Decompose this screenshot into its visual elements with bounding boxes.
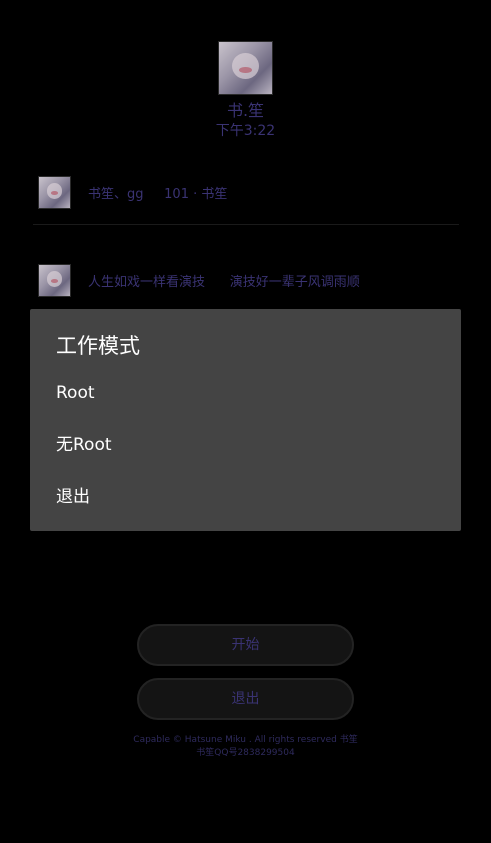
footer-contact: 书笙QQ号2838299504 xyxy=(196,748,295,758)
option-no-root[interactable]: 无Root xyxy=(30,419,461,471)
profile-avatar[interactable] xyxy=(218,41,273,95)
list-item[interactable]: 书笙、gg 101 · 书笙 xyxy=(38,175,227,209)
footer-copyright: Capable © Hatsune Miku . All rights rese… xyxy=(133,735,358,745)
exit-button[interactable]: 退出 xyxy=(137,678,354,720)
avatar xyxy=(38,175,71,209)
app-screen: 书.笙 下午3:22 书笙、gg 101 · 书笙 人生如戏一样看演技 演技好一… xyxy=(0,0,491,843)
dialog-title: 工作模式 xyxy=(56,334,140,358)
list-item-text: 书笙、gg 101 · 书笙 xyxy=(88,186,228,202)
list-item[interactable]: 人生如戏一样看演技 演技好一辈子风调雨顺 xyxy=(38,263,360,297)
avatar xyxy=(38,263,71,297)
start-button[interactable]: 开始 xyxy=(137,624,354,666)
option-root[interactable]: Root xyxy=(30,367,461,419)
option-exit[interactable]: 退出 xyxy=(30,471,461,523)
profile-time: 下午3:22 xyxy=(215,123,276,139)
work-mode-dialog: 工作模式 Root 无Root 退出 xyxy=(30,309,461,531)
list-item-text: 人生如戏一样看演技 演技好一辈子风调雨顺 xyxy=(88,274,360,290)
divider xyxy=(33,224,459,225)
profile-name: 书.笙 xyxy=(226,101,265,120)
